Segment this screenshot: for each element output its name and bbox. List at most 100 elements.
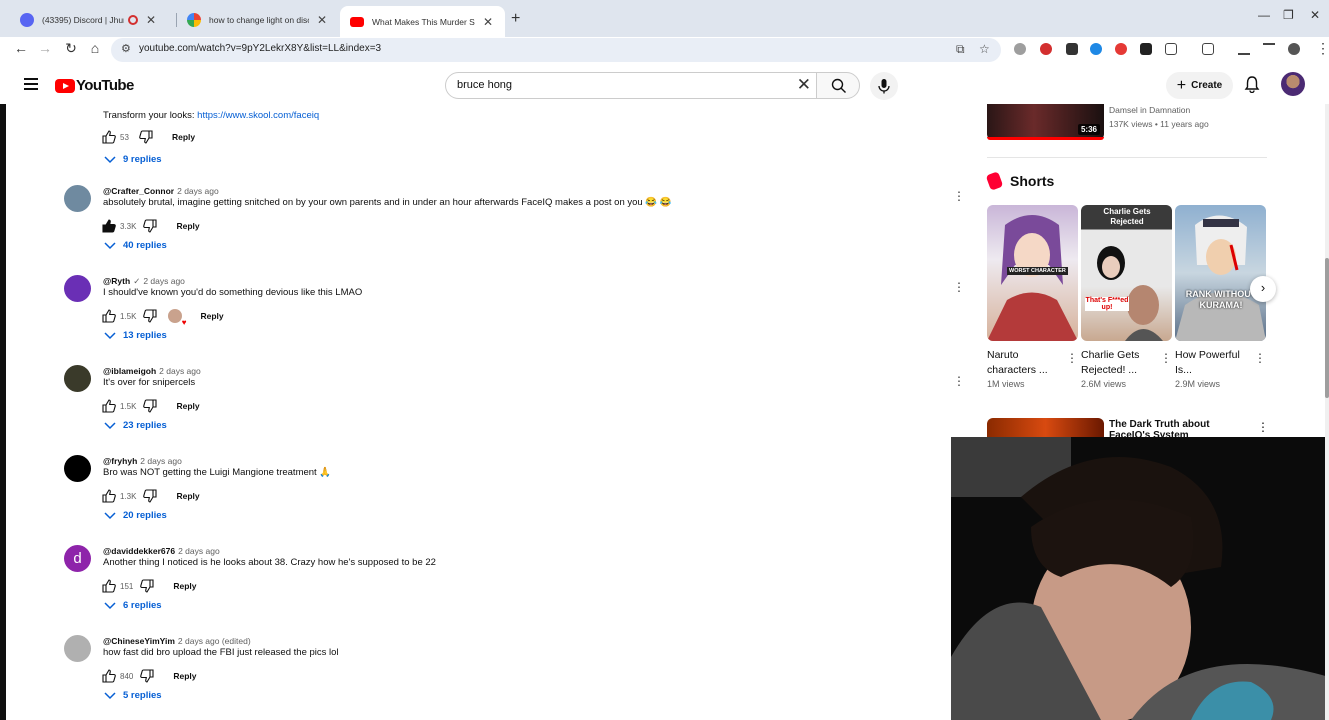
commenter-avatar[interactable] (64, 635, 91, 662)
reload-icon[interactable]: ↻ (60, 40, 82, 57)
extension-icon[interactable] (1115, 43, 1127, 55)
extension-icon[interactable] (1040, 43, 1052, 55)
comment-time[interactable]: 2 days ago (177, 186, 219, 196)
reply-button[interactable]: Reply (176, 221, 199, 231)
view-replies-button[interactable]: 40 replies (104, 240, 167, 251)
short-card[interactable]: WORST CHARACTER Naruto characters ... 1M… (987, 205, 1078, 389)
thumbs-up-icon[interactable] (101, 129, 117, 145)
author-handle[interactable]: @Ryth (103, 276, 130, 286)
bookmark-star-icon[interactable]: ☆ (979, 42, 990, 56)
short-thumbnail[interactable]: Charlie Gets Rejected That's F***ed up! (1081, 205, 1172, 341)
reply-button[interactable]: Reply (176, 401, 199, 411)
search-input[interactable]: bruce hong ✕ (445, 72, 817, 99)
extension-icon[interactable] (1066, 43, 1078, 55)
thumbs-up-icon[interactable] (101, 218, 117, 234)
commenter-avatar[interactable] (64, 185, 91, 212)
thumbs-down-icon[interactable] (142, 488, 158, 504)
more-options-icon[interactable]: ⋮ (1254, 351, 1266, 365)
search-button[interactable] (816, 72, 860, 99)
reply-button[interactable]: Reply (173, 671, 196, 681)
comment-author[interactable]: @Ryth ✓ 2 days ago (103, 276, 185, 287)
back-icon[interactable]: ← (10, 40, 32, 56)
thumbs-down-icon[interactable] (142, 308, 158, 324)
puzzle-icon[interactable] (1165, 43, 1177, 55)
comment-author[interactable]: @Crafter_Connor 2 days ago (103, 186, 219, 196)
view-replies-button[interactable]: 23 replies (104, 420, 167, 431)
clear-search-icon[interactable]: ✕ (797, 75, 811, 95)
more-options-icon[interactable]: ⋮ (1257, 420, 1269, 434)
close-window-icon[interactable]: ✕ (1310, 8, 1320, 22)
thumbs-down-icon[interactable] (138, 129, 154, 145)
tab-discord[interactable]: (43395) Discord | Jhunter, R ✕ (10, 6, 168, 33)
video-channel[interactable]: Damsel in Damnation (1109, 105, 1190, 115)
commenter-avatar[interactable] (64, 365, 91, 392)
video-thumbnail[interactable]: 5:36 (987, 104, 1104, 140)
shorts-next-button[interactable]: › (1250, 276, 1276, 302)
download-icon[interactable] (1238, 43, 1250, 55)
tab-youtube[interactable]: What Makes This Murder Suspe ✕ (340, 6, 505, 37)
hamburger-menu-icon[interactable] (24, 78, 38, 93)
comment-author[interactable]: @daviddekker676 2 days ago (103, 546, 220, 556)
comment-author[interactable]: @ChineseYimYim 2 days ago (edited) (103, 636, 251, 646)
site-info-icon[interactable]: ⚙ (121, 42, 131, 55)
account-avatar[interactable] (1281, 72, 1305, 96)
shield-icon[interactable] (1140, 43, 1152, 55)
minimize-icon[interactable]: — (1258, 8, 1270, 22)
thumbs-up-icon[interactable] (101, 578, 117, 594)
address-bar[interactable]: ⚙ youtube.com/watch?v=9pY2LekrX8Y&list=L… (111, 38, 1001, 62)
thumbs-up-icon[interactable] (101, 488, 117, 504)
more-options-icon[interactable]: ⋮ (953, 189, 965, 203)
short-thumbnail[interactable]: WORST CHARACTER (987, 205, 1078, 341)
thumbs-down-icon[interactable] (139, 578, 155, 594)
comment-time[interactable]: 2 days ago (edited) (178, 636, 251, 646)
author-handle[interactable]: @Crafter_Connor (103, 186, 174, 196)
author-handle[interactable]: @iblameigoh (103, 366, 156, 376)
youtube-logo[interactable]: YouTube (55, 77, 134, 94)
reply-button[interactable]: Reply (172, 132, 195, 142)
view-replies-button[interactable]: 6 replies (104, 600, 162, 611)
scrollbar-thumb[interactable] (1325, 258, 1329, 398)
close-tab-icon[interactable]: ✕ (315, 13, 329, 27)
video-thumbnail[interactable] (987, 418, 1104, 439)
maximize-icon[interactable]: ❐ (1283, 8, 1294, 22)
comment-link[interactable]: https://www.skool.com/faceiq (197, 110, 319, 121)
comment-author[interactable]: @iblameigoh 2 days ago (103, 366, 201, 376)
close-tab-icon[interactable]: ✕ (481, 15, 495, 29)
more-options-icon[interactable]: ⋮ (1160, 351, 1172, 365)
media-icon[interactable] (1263, 43, 1275, 55)
commenter-avatar[interactable]: d (64, 545, 91, 572)
extension-icon[interactable] (1090, 43, 1102, 55)
tab-search-icon[interactable] (1202, 43, 1214, 55)
thumbs-down-icon[interactable] (139, 668, 155, 684)
forward-icon[interactable]: → (34, 40, 56, 56)
voice-search-button[interactable] (870, 72, 898, 100)
author-handle[interactable]: @fryhyh (103, 456, 137, 466)
new-tab-button[interactable]: + (511, 10, 520, 28)
more-options-icon[interactable]: ⋮ (953, 374, 965, 388)
view-replies-button[interactable]: 20 replies (104, 510, 167, 521)
short-thumbnail[interactable]: RANK WITHOUT KURAMA! (1175, 205, 1266, 341)
more-options-icon[interactable]: ⋮ (1066, 351, 1078, 365)
kebab-menu-icon[interactable]: ⋮ (1312, 40, 1329, 57)
reply-button[interactable]: Reply (200, 311, 223, 321)
install-app-icon[interactable]: ⧉ (956, 42, 965, 57)
tab-google-search[interactable]: how to change light on discord ✕ (177, 6, 339, 33)
scrollbar-track[interactable] (1325, 104, 1329, 720)
extension-icon[interactable] (1014, 43, 1026, 55)
thumbs-up-icon[interactable] (101, 398, 117, 414)
comment-time[interactable]: 2 days ago (143, 276, 185, 286)
view-replies-button[interactable]: 13 replies (104, 330, 167, 341)
comment-author[interactable]: @fryhyh 2 days ago (103, 456, 182, 466)
thumbs-up-icon[interactable] (101, 308, 117, 324)
reply-button[interactable]: Reply (173, 581, 196, 591)
short-card[interactable]: Charlie Gets Rejected That's F***ed up! … (1081, 205, 1172, 389)
thumbs-down-icon[interactable] (142, 218, 158, 234)
thumbs-down-icon[interactable] (142, 398, 158, 414)
commenter-avatar[interactable] (64, 275, 91, 302)
comment-time[interactable]: 2 days ago (178, 546, 220, 556)
thumbs-up-icon[interactable] (101, 668, 117, 684)
notifications-button[interactable] (1244, 75, 1260, 98)
home-icon[interactable]: ⌂ (84, 40, 106, 56)
close-tab-icon[interactable]: ✕ (144, 13, 158, 27)
author-handle[interactable]: @ChineseYimYim (103, 636, 175, 646)
